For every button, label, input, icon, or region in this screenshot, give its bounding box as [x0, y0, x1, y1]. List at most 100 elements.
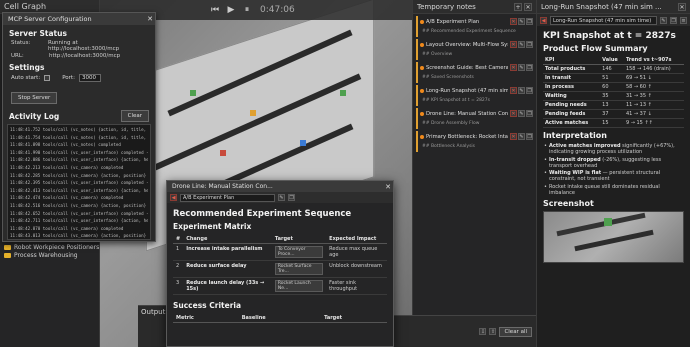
log-line: 11:48:42.285 tools/call (vc_camera) {act…	[10, 172, 148, 178]
edit-icon[interactable]: ✎	[518, 18, 525, 25]
table-cell: 146	[600, 64, 624, 74]
target-chip[interactable]: Rocket Surface Tre...	[274, 263, 324, 275]
edit-icon[interactable]: ✎	[518, 64, 525, 71]
note-selector[interactable]: Long-Run Snapshot (47 min sim time)	[550, 15, 657, 25]
table-row: 2 Reduce surface delay Rocket Surface Tre.…	[173, 260, 387, 278]
delete-icon[interactable]: ✕	[510, 87, 517, 94]
note-actions: ✕ ✎ ❐	[510, 18, 533, 25]
clear-all-button[interactable]: Clear all	[499, 326, 532, 337]
folder-item[interactable]: Robot Workpiece Positioners	[0, 243, 100, 252]
server-status-heading: Server Status	[9, 29, 67, 38]
import-icon[interactable]: ⇩	[479, 328, 487, 335]
clear-log-button[interactable]: Clear	[120, 110, 149, 122]
delete-icon[interactable]: ✕	[510, 64, 517, 71]
add-note-icon[interactable]: +	[514, 2, 522, 11]
note-subtitle: ## Saved Screenshots	[422, 75, 474, 80]
row-number: 2	[173, 260, 184, 278]
table-cell: Total products	[543, 64, 601, 74]
popup-note-selector[interactable]: A/B Experiment Plan	[180, 193, 275, 202]
folder-icon	[4, 244, 11, 250]
change-cell: Reduce launch delay (33s → 15s)	[183, 277, 272, 295]
target-chip[interactable]: Rocket Launch Ne...	[274, 280, 324, 292]
back-icon[interactable]: ◀	[540, 16, 547, 24]
copy-icon[interactable]: ❐	[670, 16, 677, 24]
export-icon[interactable]: ⇧	[489, 328, 497, 335]
table-cell: In transit	[543, 73, 601, 83]
close-icon[interactable]: ✕	[524, 2, 532, 11]
success-criteria-table: Metric Baseline Target	[173, 314, 387, 323]
note-header: Primary Bottleneck: Rocket Intake H...✕✎…	[418, 131, 533, 142]
edit-icon[interactable]: ✎	[518, 87, 525, 94]
kpi-column-header: Trend vs t~907s	[623, 56, 684, 65]
stop-server-button[interactable]: Stop Server	[11, 92, 58, 104]
close-icon[interactable]: ✕	[678, 2, 686, 11]
note-item[interactable]: Layout Overview: Multi-Flow System✕✎❐ ## …	[416, 39, 533, 60]
note-item[interactable]: Primary Bottleneck: Rocket Intake H...✕✎…	[416, 131, 533, 152]
kpi-body: KPI Snapshot at t = 2827s Product Flow S…	[537, 26, 690, 265]
target-chip[interactable]: To Conveyor Proce...	[274, 246, 324, 258]
edit-icon[interactable]: ✎	[518, 133, 525, 140]
note-title[interactable]: Long-Run Snapshot (47 min sim time)	[426, 88, 508, 94]
back-icon[interactable]: ◀	[170, 194, 177, 201]
folder-icon	[4, 253, 11, 259]
popup-toolbar: ◀ A/B Experiment Plan ✎ ❐	[167, 192, 393, 203]
note-title[interactable]: Screenshot Guide: Best Camera Anc...	[426, 65, 508, 71]
table-cell: 31 → 35 ↑	[623, 91, 684, 101]
copy-icon[interactable]: ❐	[526, 87, 533, 94]
folder-label: Process Warehousing	[14, 252, 78, 260]
copy-icon[interactable]: ❐	[526, 41, 533, 48]
bullet-icon	[420, 65, 424, 70]
table-cell: 51	[600, 73, 624, 83]
delete-icon[interactable]: ✕	[510, 18, 517, 25]
edit-icon[interactable]: ✎	[660, 16, 667, 24]
note-item[interactable]: Long-Run Snapshot (47 min sim time)✕✎❐ ##…	[416, 85, 533, 106]
note-header: Layout Overview: Multi-Flow System✕✎❐	[418, 39, 533, 50]
delete-icon[interactable]: ✕	[510, 110, 517, 117]
note-item[interactable]: Screenshot Guide: Best Camera Anc...✕✎❐ #…	[416, 62, 533, 83]
edit-icon[interactable]: ✎	[518, 110, 525, 117]
skip-back-icon[interactable]: ⏮	[210, 5, 220, 15]
popup-title: Drone Line: Manual Station Con...	[172, 183, 273, 190]
folder-item[interactable]: Process Warehousing	[0, 251, 100, 260]
note-popup-window: Drone Line: Manual Station Con... ✕ ◀ A/…	[166, 180, 394, 347]
station-marker	[190, 90, 196, 96]
copy-icon[interactable]: ❐	[288, 194, 295, 201]
play-icon[interactable]: ▶	[226, 5, 236, 15]
edit-icon[interactable]: ✎	[278, 194, 285, 201]
copy-icon[interactable]: ❐	[526, 133, 533, 140]
note-item[interactable]: Drone Line: Manual Station Content...✕✎❐…	[416, 108, 533, 129]
station-marker	[340, 90, 346, 96]
port-input[interactable]: 3000	[78, 74, 101, 82]
station-marker	[300, 140, 306, 146]
table-row: Total products 146 158 → 146 (drain)	[543, 64, 684, 74]
copy-icon[interactable]: ❐	[526, 64, 533, 71]
delete-icon[interactable]: ✕	[510, 133, 517, 140]
port-label: Port:	[62, 75, 75, 81]
table-row: Waiting 35 31 → 35 ↑	[543, 91, 684, 101]
note-title[interactable]: Drone Line: Manual Station Content...	[426, 111, 508, 117]
delete-icon[interactable]: ✕	[510, 41, 517, 48]
change-cell: Reduce surface delay	[183, 260, 272, 278]
table-cell: Pending feeds	[543, 109, 601, 119]
auto-start-checkbox[interactable]	[44, 75, 51, 81]
criteria-column-header: Metric	[173, 314, 239, 323]
popup-body: Recommended Experiment Sequence Experime…	[167, 203, 393, 325]
bullet-icon	[420, 42, 424, 47]
copy-icon[interactable]: ❐	[526, 18, 533, 25]
note-title[interactable]: Primary Bottleneck: Rocket Intake H...	[426, 134, 508, 140]
app-root: ⏮ ▶ ⏸ 0:47:06 Cell Graph WarehousingRobo…	[0, 0, 690, 347]
note-item[interactable]: A/B Experiment Plan ✕ ✎ ❐ ## Recommended Exp…	[416, 16, 533, 37]
log-line: 11:48:42.395 tools/call (vc_user_interfa…	[10, 180, 148, 186]
row-number: 3	[173, 277, 184, 295]
note-title[interactable]: A/B Experiment Plan	[426, 19, 508, 25]
activity-log[interactable]: 11:48:41.752 tools/call (vc_notes) {acti…	[7, 124, 151, 240]
close-icon[interactable]: ✕	[383, 183, 393, 191]
note-title[interactable]: Layout Overview: Multi-Flow System	[426, 42, 508, 48]
edit-icon[interactable]: ✎	[518, 41, 525, 48]
copy-icon[interactable]: ❐	[526, 110, 533, 117]
table-row: 1 Increase intake parallelism To Conveyor …	[173, 243, 387, 261]
close-icon[interactable]: ✕	[145, 15, 155, 23]
menu-icon[interactable]: ≡	[680, 16, 687, 24]
kpi-tab[interactable]: Long-Run Snapshot (47 min sim ... ✕	[537, 0, 690, 14]
pause-icon[interactable]: ⏸	[242, 5, 252, 15]
